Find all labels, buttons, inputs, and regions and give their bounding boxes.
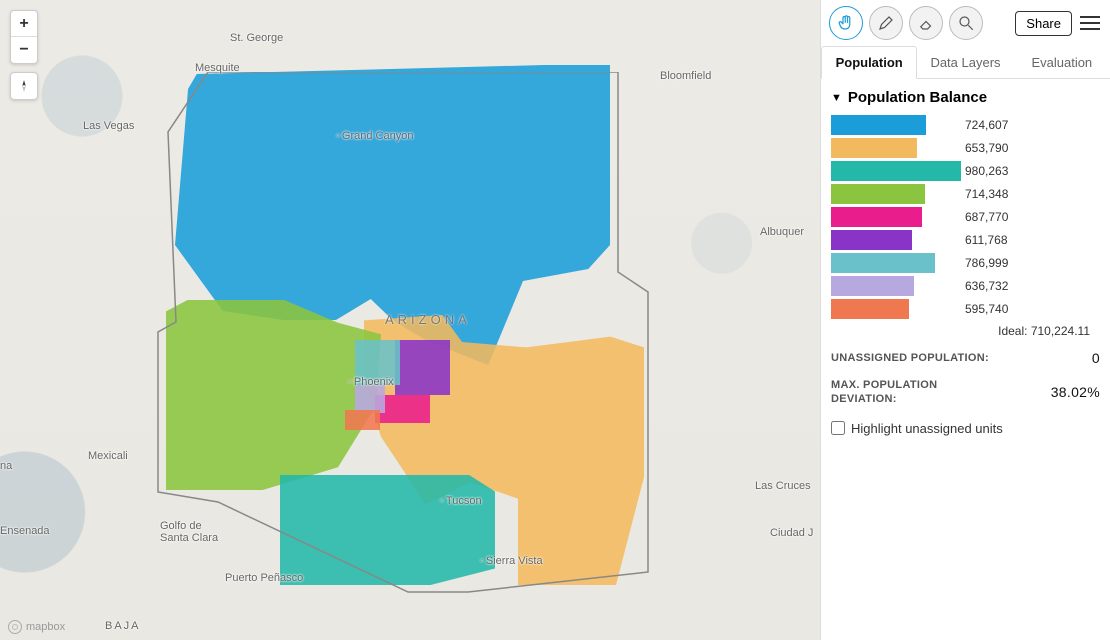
- district-region[interactable]: [355, 340, 400, 385]
- population-bar-row: 653,790: [831, 137, 1100, 159]
- population-bar-row: 724,607: [831, 114, 1100, 136]
- highlight-unassigned-row[interactable]: Highlight unassigned units: [831, 421, 1100, 436]
- bar-value: 687,770: [965, 210, 1008, 224]
- section-title: Population Balance: [848, 89, 987, 106]
- tab-evaluation[interactable]: Evaluation: [1014, 46, 1110, 78]
- zoom-out-button[interactable]: −: [11, 37, 37, 63]
- map-pane[interactable]: ARIZONA St. George Mesquite Las Vegas Gr…: [0, 0, 820, 640]
- bar-track: [831, 253, 961, 273]
- bar-value: 595,740: [965, 302, 1008, 316]
- stat-deviation: Max. population deviation: 38.02%: [831, 378, 1100, 407]
- bar-track: [831, 184, 961, 204]
- bar-fill: [831, 299, 909, 319]
- bar-track: [831, 207, 961, 227]
- bar-fill: [831, 207, 922, 227]
- erase-tool-button[interactable]: [909, 6, 943, 40]
- bar-value: 714,348: [965, 187, 1008, 201]
- stat-unassigned: Unassigned population: 0: [831, 350, 1100, 366]
- pencil-icon: [877, 14, 895, 32]
- bar-track: [831, 299, 961, 319]
- eraser-icon: [917, 14, 935, 32]
- inspect-tool-button[interactable]: [949, 6, 983, 40]
- draw-tool-button[interactable]: [869, 6, 903, 40]
- bar-track: [831, 115, 961, 135]
- bar-value: 786,999: [965, 256, 1008, 270]
- district-region[interactable]: [345, 410, 380, 430]
- population-bar-row: 611,768: [831, 229, 1100, 251]
- section-header-population-balance[interactable]: ▼ Population Balance: [831, 89, 1100, 106]
- district-region[interactable]: [355, 385, 385, 413]
- tab-population[interactable]: Population: [821, 46, 917, 79]
- bar-value: 636,732: [965, 279, 1008, 293]
- bar-fill: [831, 230, 912, 250]
- tab-data-layers[interactable]: Data Layers: [917, 46, 1013, 78]
- stat-label: Max. population deviation:: [831, 378, 1001, 407]
- bar-fill: [831, 138, 917, 158]
- stat-value: 0: [1092, 350, 1100, 366]
- app-root: ARIZONA St. George Mesquite Las Vegas Gr…: [0, 0, 1110, 640]
- bar-fill: [831, 115, 926, 135]
- bar-track: [831, 138, 961, 158]
- bar-value: 653,790: [965, 141, 1008, 155]
- population-bar-row: 636,732: [831, 275, 1100, 297]
- population-bar-row: 714,348: [831, 183, 1100, 205]
- bar-fill: [831, 253, 935, 273]
- stat-label: Unassigned population:: [831, 351, 989, 365]
- bar-value: 611,768: [965, 233, 1008, 247]
- district-region[interactable]: [280, 475, 495, 585]
- stat-value: 38.02%: [1051, 384, 1100, 400]
- share-button[interactable]: Share: [1015, 11, 1072, 36]
- magnifier-icon: [957, 14, 975, 32]
- checkbox-label: Highlight unassigned units: [851, 421, 1003, 436]
- menu-button[interactable]: [1078, 11, 1102, 35]
- zoom-in-button[interactable]: +: [11, 11, 37, 37]
- bar-value: 724,607: [965, 118, 1008, 132]
- ideal-label: Ideal:: [998, 324, 1027, 338]
- population-bar-row: 980,263: [831, 160, 1100, 182]
- population-panel: ▼ Population Balance 724,607 653,790 980,2…: [821, 79, 1110, 444]
- hamburger-icon: [1080, 16, 1100, 18]
- population-bar-row: 595,740: [831, 298, 1100, 320]
- sidebar: Share Population Data Layers Evaluation …: [820, 0, 1110, 640]
- toolbar: Share: [821, 0, 1110, 46]
- population-bar-row: 687,770: [831, 206, 1100, 228]
- district-region[interactable]: [395, 340, 450, 395]
- bar-track: [831, 230, 961, 250]
- ideal-value: 710,224.11: [1031, 324, 1090, 338]
- pan-tool-button[interactable]: [829, 6, 863, 40]
- population-bar-row: 786,999: [831, 252, 1100, 274]
- compass-button[interactable]: [10, 72, 38, 100]
- zoom-control: + −: [10, 10, 38, 64]
- attribution-text: mapbox: [26, 621, 65, 633]
- mapbox-logo-icon: [8, 620, 22, 634]
- bar-track: [831, 276, 961, 296]
- bar-fill: [831, 161, 961, 181]
- bar-value: 980,263: [965, 164, 1008, 178]
- caret-down-icon: ▼: [831, 92, 842, 104]
- ideal-row: Ideal: 710,224.11: [831, 324, 1100, 338]
- tab-bar: Population Data Layers Evaluation: [821, 46, 1110, 79]
- map-attribution: mapbox: [8, 620, 65, 634]
- highlight-unassigned-checkbox[interactable]: [831, 421, 845, 435]
- compass-icon: [17, 79, 31, 93]
- bar-fill: [831, 276, 914, 296]
- bar-track: [831, 161, 961, 181]
- hand-icon: [837, 14, 855, 32]
- bar-fill: [831, 184, 925, 204]
- population-bars: 724,607 653,790 980,263 714,348 687,770 611,7…: [831, 114, 1100, 320]
